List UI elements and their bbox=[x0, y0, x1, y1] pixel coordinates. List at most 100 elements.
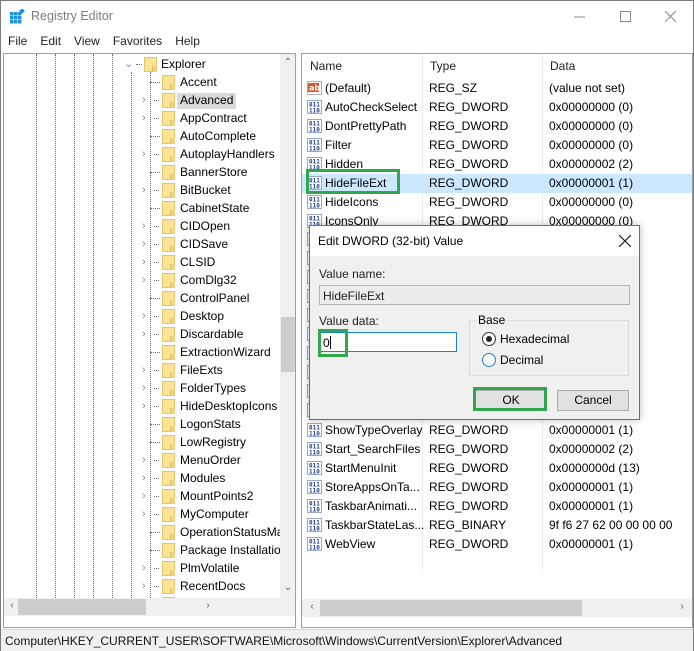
chevron-right-icon[interactable]: › bbox=[142, 310, 152, 322]
value-row[interactable]: 011 110 StartMenuInit REG_DWORD 0x0000000d (… bbox=[302, 459, 692, 478]
tree-item[interactable]: OperationStatusMa bbox=[4, 523, 283, 541]
scroll-right-icon[interactable]: › bbox=[200, 600, 216, 611]
tree-item[interactable]: › MyComputer bbox=[4, 505, 280, 523]
value-row[interactable]: ab (Default) REG_SZ (value not set) bbox=[302, 79, 692, 98]
tree-item[interactable]: › Advanced bbox=[4, 91, 280, 109]
scroll-left-icon[interactable]: ‹ bbox=[304, 601, 320, 612]
tree-item[interactable]: › CIDOpen bbox=[4, 217, 280, 235]
tree-item[interactable]: ExtractionWizard bbox=[4, 343, 280, 361]
tree-item[interactable]: › ComDlg32 bbox=[4, 271, 280, 289]
tree-item[interactable]: › BitBucket bbox=[4, 181, 280, 199]
value-row[interactable]: 011 110 Filter REG_DWORD 0x00000000 (0) bbox=[302, 136, 692, 155]
chevron-right-icon[interactable]: › bbox=[142, 382, 152, 394]
tree-item[interactable]: Package Installatio bbox=[4, 541, 281, 559]
value-row[interactable]: 011 110 ShowTypeOverlay REG_DWORD 0x00000001… bbox=[302, 421, 692, 440]
chevron-right-icon[interactable]: › bbox=[142, 472, 152, 484]
folder-icon bbox=[162, 453, 175, 468]
chevron-right-icon[interactable]: › bbox=[142, 580, 152, 592]
tree-item[interactable]: › Discardable bbox=[4, 325, 280, 343]
chevron-right-icon[interactable]: › bbox=[142, 328, 152, 340]
tree-item[interactable]: › AutoplayHandlers bbox=[4, 145, 280, 163]
chevron-right-icon[interactable]: › bbox=[142, 508, 152, 520]
menu-file[interactable]: File bbox=[1, 32, 33, 52]
tree-item-explorer[interactable]: ⌄ Explorer bbox=[4, 55, 280, 73]
chevron-right-icon[interactable]: › bbox=[142, 184, 152, 196]
tree-item[interactable]: LowRegistry bbox=[4, 433, 280, 451]
scroll-right-icon[interactable]: › bbox=[674, 601, 690, 612]
chevron-right-icon[interactable]: › bbox=[142, 256, 152, 268]
folder-icon bbox=[162, 237, 175, 252]
chevron-right-icon[interactable]: › bbox=[142, 400, 152, 412]
scroll-up-icon[interactable]: ⌃ bbox=[280, 57, 295, 68]
tree-item[interactable]: AutoComplete bbox=[4, 127, 280, 145]
chevron-right-icon[interactable]: › bbox=[142, 112, 152, 124]
scrollbar-thumb[interactable] bbox=[18, 599, 146, 615]
key-tree-pane[interactable]: ⌄ Explorer Accent › Advanced › AppContract Au… bbox=[3, 53, 296, 628]
tree-item[interactable]: › RecentDocs bbox=[4, 577, 280, 595]
tree-item[interactable]: › FileExts bbox=[4, 361, 280, 379]
value-row[interactable]: 011 110 HideIcons REG_DWORD 0x00000000 (0) bbox=[302, 193, 692, 212]
ok-button[interactable]: OK bbox=[475, 390, 547, 411]
tree-horizontal-scrollbar[interactable]: ‹ › bbox=[4, 598, 295, 616]
value-row[interactable]: 011 110 AutoCheckSelect REG_DWORD 0x00000000… bbox=[302, 98, 692, 117]
minimize-button[interactable] bbox=[556, 1, 602, 31]
chevron-right-icon[interactable]: › bbox=[142, 364, 152, 376]
chevron-right-icon[interactable]: › bbox=[142, 490, 152, 502]
chevron-right-icon[interactable]: › bbox=[142, 220, 152, 232]
value-row[interactable]: 011 110 Hidden REG_DWORD 0x00000002 (2) bbox=[302, 155, 692, 174]
hexadecimal-label[interactable]: Hexadecimal bbox=[500, 332, 569, 346]
tree-item[interactable]: CabinetState bbox=[4, 199, 280, 217]
tree-item[interactable]: › PlmVolatile bbox=[4, 559, 280, 577]
dialog-close-button[interactable] bbox=[618, 230, 632, 252]
decimal-radio[interactable] bbox=[482, 353, 496, 367]
menu-favorites[interactable]: Favorites bbox=[106, 32, 168, 52]
menu-edit[interactable]: Edit bbox=[33, 32, 67, 52]
cancel-button[interactable]: Cancel bbox=[557, 390, 629, 411]
list-horizontal-scrollbar[interactable]: ‹ › bbox=[302, 599, 692, 617]
tree-item[interactable]: › HideDesktopIcons bbox=[4, 397, 280, 415]
tree-item[interactable]: › CLSID bbox=[4, 253, 280, 271]
tree-item[interactable]: Accent bbox=[4, 73, 280, 91]
value-row[interactable]: 011 110 TaskbarStateLas... REG_BINARY 9f f6 … bbox=[302, 516, 692, 535]
chevron-right-icon[interactable]: › bbox=[142, 454, 152, 466]
tree-item[interactable]: LogonStats bbox=[4, 415, 280, 433]
decimal-label[interactable]: Decimal bbox=[500, 353, 543, 367]
value-row[interactable]: 011 110 DontPrettyPath REG_DWORD 0x00000000 … bbox=[302, 117, 692, 136]
value-data-input[interactable]: 0 bbox=[319, 332, 457, 352]
value-row[interactable]: 011 110 WebView REG_DWORD 0x00000001 (1) bbox=[302, 535, 692, 554]
tree-item[interactable]: › MountPoints2 bbox=[4, 487, 280, 505]
column-header-data[interactable]: Data bbox=[550, 59, 575, 73]
chevron-right-icon[interactable]: › bbox=[142, 238, 152, 250]
chevron-right-icon[interactable]: › bbox=[142, 94, 152, 106]
tree-item[interactable]: › Desktop bbox=[4, 307, 280, 325]
close-button[interactable] bbox=[647, 1, 693, 31]
tree-item[interactable]: › Modules bbox=[4, 469, 280, 487]
value-name: (Default) bbox=[325, 81, 372, 95]
scrollbar-thumb[interactable] bbox=[281, 317, 295, 372]
column-header-type[interactable]: Type bbox=[430, 59, 456, 73]
value-row[interactable]: 011 110 Start_SearchFiles REG_DWORD 0x000000… bbox=[302, 440, 692, 459]
tree-item[interactable]: BannerStore bbox=[4, 163, 280, 181]
value-name-field: HideFileExt bbox=[319, 285, 630, 305]
tree-item[interactable]: ControlPanel bbox=[4, 289, 280, 307]
scrollbar-thumb[interactable] bbox=[320, 600, 582, 616]
hexadecimal-radio[interactable] bbox=[482, 332, 496, 346]
value-row[interactable]: 011 110 StoreAppsOnTa... REG_DWORD 0x0000000… bbox=[302, 478, 692, 497]
tree-item[interactable]: › CIDSave bbox=[4, 235, 280, 253]
column-header-name[interactable]: Name bbox=[310, 59, 342, 73]
chevron-right-icon[interactable]: › bbox=[142, 562, 152, 574]
tree-item[interactable]: › FolderTypes bbox=[4, 379, 280, 397]
value-row[interactable]: 011 110 TaskbarAnimati... REG_DWORD 0x000000… bbox=[302, 497, 692, 516]
menu-view[interactable]: View bbox=[67, 32, 106, 52]
tree-item[interactable]: › MenuOrder bbox=[4, 451, 280, 469]
chevron-down-icon[interactable]: ⌄ bbox=[124, 58, 134, 70]
chevron-right-icon[interactable]: › bbox=[142, 274, 152, 286]
menu-help[interactable]: Help bbox=[168, 32, 206, 52]
chevron-right-icon[interactable]: › bbox=[142, 148, 152, 160]
scroll-down-icon[interactable]: ⌄ bbox=[280, 582, 295, 593]
value-row[interactable]: 011 110 HideFileExt REG_DWORD 0x00000001 (1) bbox=[302, 174, 692, 193]
tree-item[interactable]: › AppContract bbox=[4, 109, 280, 127]
tree-vertical-scrollbar[interactable]: ⌃ ⌄ bbox=[280, 54, 295, 598]
maximize-button[interactable] bbox=[602, 1, 648, 31]
tree-connector bbox=[154, 244, 159, 245]
